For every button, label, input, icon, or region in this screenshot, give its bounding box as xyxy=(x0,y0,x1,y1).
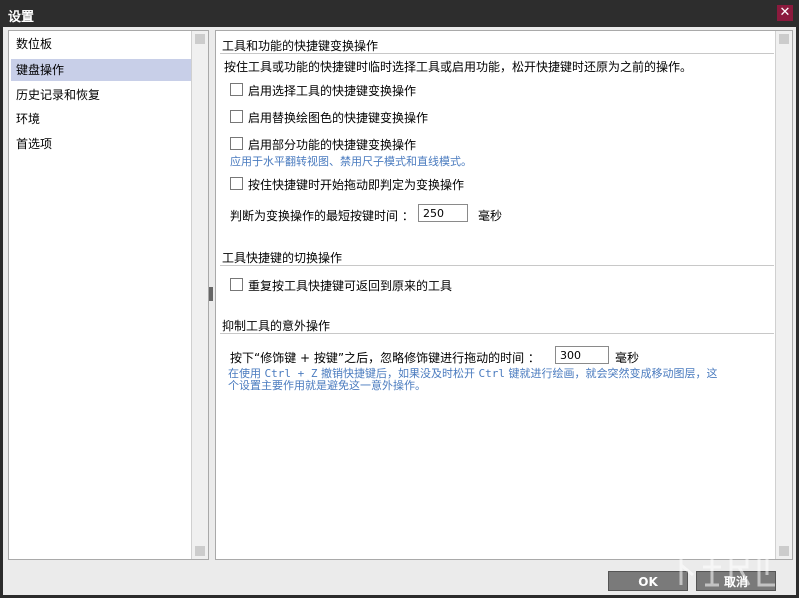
close-icon[interactable]: ✕ xyxy=(777,5,793,21)
watermark-logo xyxy=(671,549,775,587)
min-press-time-label: 判断为变换操作的最短按键时间 ： xyxy=(230,209,414,223)
scroll-down-icon[interactable] xyxy=(779,546,789,556)
ignore-modifier-time-unit: 毫秒 xyxy=(615,351,640,365)
option-label: 按住快捷键时开始拖动即判定为变换操作 xyxy=(248,178,465,192)
checkbox[interactable] xyxy=(230,83,243,96)
sidebar-scrollbar[interactable] xyxy=(191,31,208,559)
sidebar-item-history[interactable]: 历史记录和恢复 xyxy=(11,84,194,106)
checkbox[interactable] xyxy=(230,110,243,123)
divider xyxy=(220,265,774,266)
scroll-up-icon[interactable] xyxy=(195,34,205,44)
section-header-shortcut-switch: 工具和功能的快捷键变换操作 xyxy=(222,39,379,53)
section-description: 按住工具或功能的快捷键时临时选择工具或启用功能，松开快捷键时还原为之前的操作。 xyxy=(224,60,693,74)
sidebar-item-tablet[interactable]: 数位板 xyxy=(11,33,194,55)
min-press-time-input[interactable]: 250 xyxy=(418,204,468,222)
min-press-time-unit: 毫秒 xyxy=(478,209,503,223)
checkbox[interactable] xyxy=(230,137,243,150)
sidebar-item-environment[interactable]: 环境 xyxy=(11,108,194,130)
option-label: 启用部分功能的快捷键变换操作 xyxy=(248,138,417,152)
section-header-prevent-mistakes: 抑制工具的意外操作 xyxy=(222,319,331,333)
option-label: 启用替换绘图色的快捷键变换操作 xyxy=(248,111,429,125)
option-label: 重复按工具快捷键可返回到原来的工具 xyxy=(248,279,453,293)
title-bar: 设置 ✕ xyxy=(0,0,799,27)
settings-panel: 工具和功能的快捷键变换操作 按住工具或功能的快捷键时临时选择工具或启用功能，松开… xyxy=(215,30,793,560)
ignore-modifier-time-input[interactable]: 300 xyxy=(555,346,609,364)
option-hint: 应用于水平翻转视图、禁用尺子模式和直线模式。 xyxy=(230,155,472,168)
dialog-body: 数位板 键盘操作 历史记录和恢复 环境 首选项 工具和功能的快捷键变换操作 按住… xyxy=(3,27,796,595)
scroll-up-icon[interactable] xyxy=(779,34,789,44)
window-title: 设置 xyxy=(8,10,35,25)
scroll-down-icon[interactable] xyxy=(195,546,205,556)
undo-shortcut-hint: 在使用 Ctrl + Z 撤销快捷键后，如果没及时松开 Ctrl 键就进行绘画，… xyxy=(228,367,718,392)
divider xyxy=(220,333,774,334)
panel-splitter-handle[interactable] xyxy=(209,287,213,301)
checkbox[interactable] xyxy=(230,278,243,291)
checkbox[interactable] xyxy=(230,177,243,190)
divider xyxy=(220,53,774,54)
category-list: 数位板 键盘操作 历史记录和恢复 环境 首选项 xyxy=(8,30,209,560)
sidebar-item-keyboard[interactable]: 键盘操作 xyxy=(11,59,194,81)
option-label: 启用选择工具的快捷键变换操作 xyxy=(248,84,417,98)
sidebar-item-preferences[interactable]: 首选项 xyxy=(11,133,194,155)
panel-scrollbar[interactable] xyxy=(775,31,792,559)
section-header-tool-toggle: 工具快捷键的切换操作 xyxy=(222,251,343,265)
ignore-modifier-time-label: 按下“修饰键 + 按键”之后，忽略修饰键进行拖动的时间 ： xyxy=(230,351,540,365)
